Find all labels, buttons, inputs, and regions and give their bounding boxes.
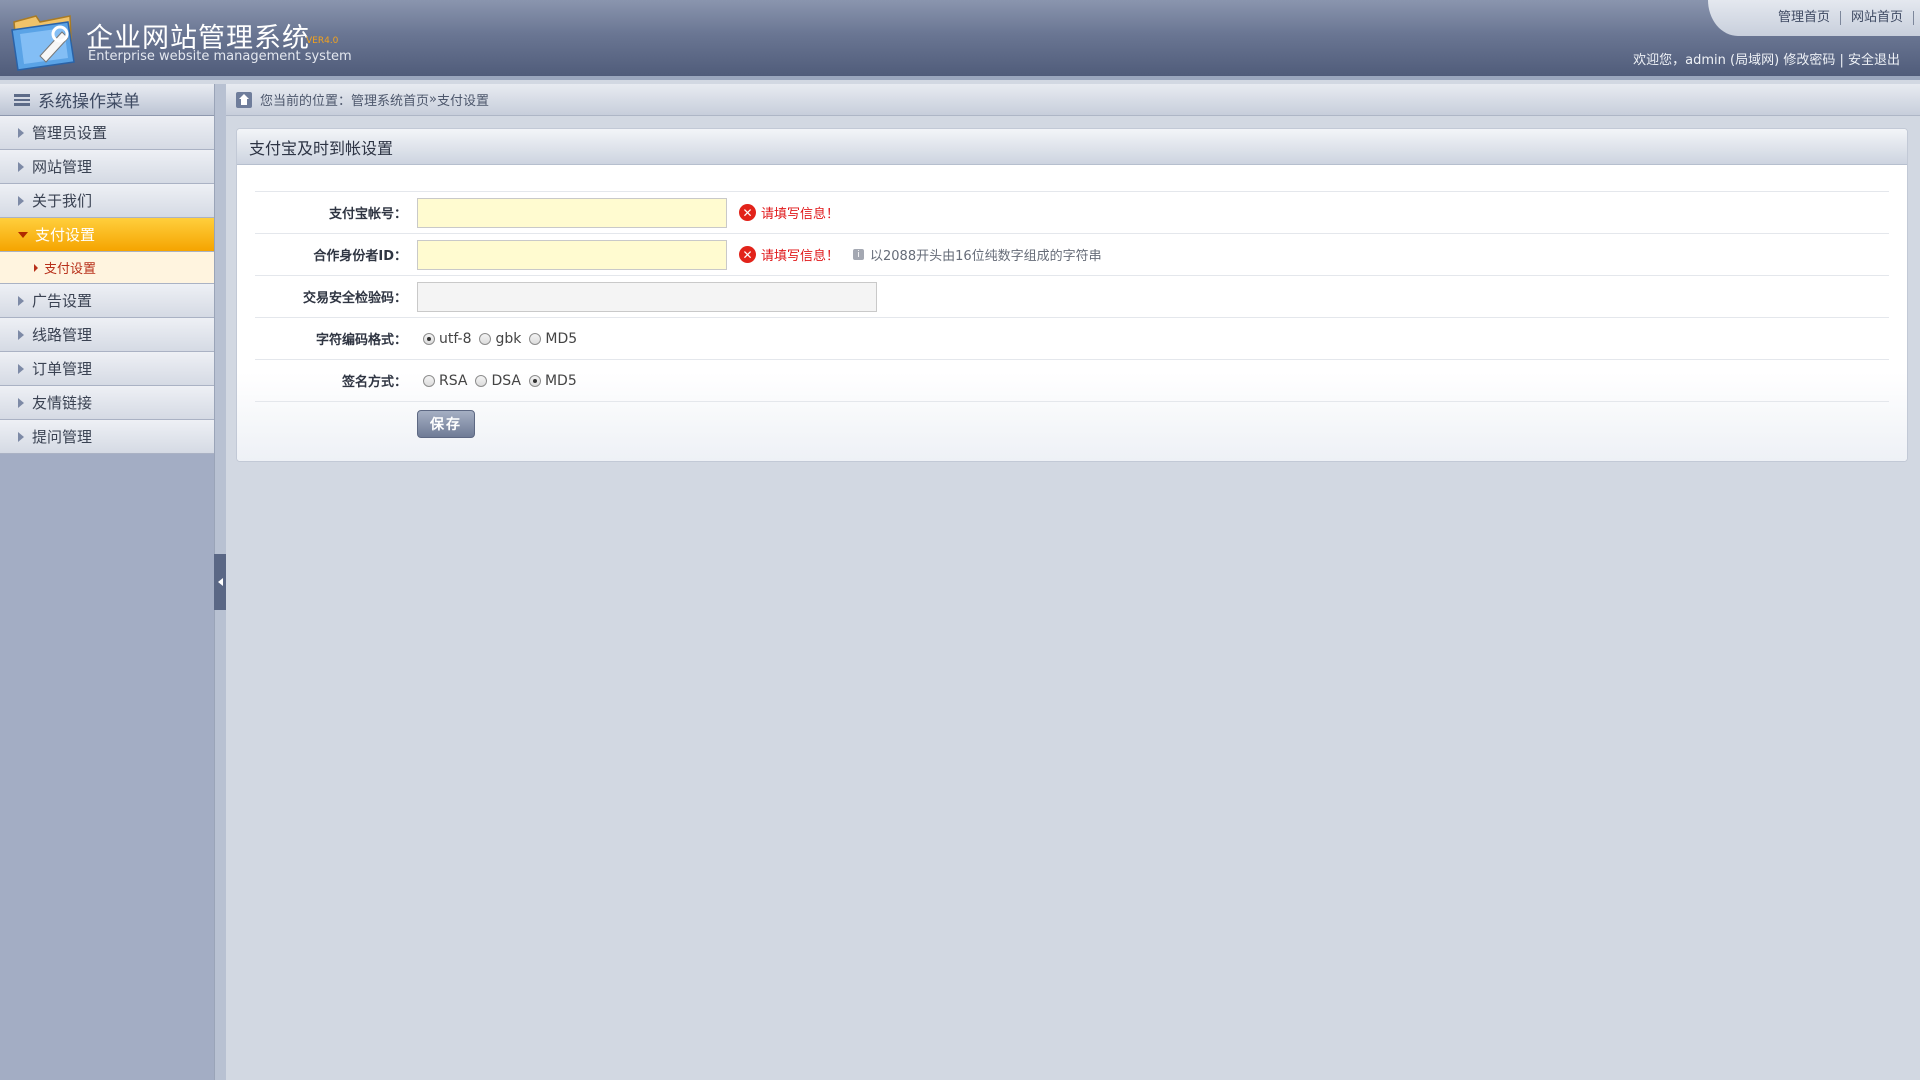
sign-radio-md5[interactable] (528, 374, 541, 387)
sidebar-item-payment-settings[interactable]: 支付设置 (0, 218, 214, 252)
charset-radio-group: utf-8 gbk MD5 (417, 331, 579, 347)
error-x-icon: ✕ (739, 246, 756, 263)
sidebar-item-label: 广告设置 (32, 292, 93, 310)
sidebar-subitem-payment-settings[interactable]: 支付设置 (0, 252, 214, 284)
partner-error-text: 请填写信息！ (761, 249, 840, 264)
sidebar-item-label: 线路管理 (32, 326, 93, 344)
info-icon: i (853, 249, 865, 260)
triangle-right-icon (18, 397, 24, 408)
charset-radio-utf8[interactable] (423, 332, 435, 345)
sidebar-title: 系统操作菜单 (38, 92, 140, 112)
sign-option-label[interactable]: MD5 (545, 373, 577, 389)
sidebar-item-route-management[interactable]: 线路管理 (0, 318, 214, 352)
sign-option-label[interactable]: RSA (439, 373, 467, 389)
sidebar-item-label: 友情链接 (32, 394, 93, 412)
partner-hint-text: 以2088开头由16位纯数字组成的字符串 (870, 249, 1102, 264)
breadcrumb-prefix: 您当前的位置： (260, 94, 352, 109)
charset-radio-md5[interactable] (529, 332, 542, 345)
menu-list-icon (14, 93, 30, 106)
error-x-icon: ✕ (739, 204, 756, 221)
settings-form: 支付宝帐号： ✕ 请填写信息！ 合作身份者ID： ✕ 请填写信息！ i 以208… (237, 165, 1907, 461)
triangle-right-icon (18, 161, 24, 172)
arrow-left-icon (217, 578, 223, 586)
sidebar-item-about-us[interactable]: 关于我们 (0, 184, 214, 218)
sidebar-collapse-button[interactable] (214, 554, 226, 610)
folder-logo-icon (11, 15, 75, 71)
sidebar-item-admin-settings[interactable]: 管理员设置 (0, 116, 214, 150)
triangle-down-icon (18, 231, 28, 238)
sidebar-item-ad-settings[interactable]: 广告设置 (0, 284, 214, 318)
partner-id-input[interactable] (417, 239, 727, 270)
app-version: VER4.0 (306, 36, 339, 46)
form-row-charset: 字符编码格式： utf-8 gbk MD5 (255, 317, 1889, 359)
home-icon (236, 91, 252, 108)
triangle-right-icon (18, 363, 24, 374)
account-error: ✕ 请填写信息！ (739, 203, 839, 222)
triangle-right-icon (18, 295, 24, 306)
account-label: 支付宝帐号： (328, 207, 407, 222)
sidebar-item-site-management[interactable]: 网站管理 (0, 150, 214, 184)
sidebar-subitem-label: 支付设置 (44, 262, 97, 277)
sidebar-item-order-management[interactable]: 订单管理 (0, 352, 214, 386)
breadcrumb-separator: » (429, 92, 437, 107)
triangle-small-right-icon (34, 263, 38, 272)
change-password-link[interactable]: 修改密码 (1783, 53, 1835, 68)
charset-option-label[interactable]: gbk (495, 331, 521, 347)
form-row-partner: 合作身份者ID： ✕ 请填写信息！ i 以2088开头由16位纯数字组成的字符串 (255, 233, 1889, 275)
account-error-text: 请填写信息！ (761, 207, 840, 222)
sidebar-item-label: 订单管理 (32, 360, 93, 378)
charset-option-label[interactable]: MD5 (545, 331, 577, 347)
partner-error: ✕ 请填写信息！ (739, 245, 839, 264)
security-key-input[interactable] (417, 281, 877, 312)
triangle-right-icon (18, 329, 24, 340)
top-header: 企业网站管理系统 VER4.0 Enterprise website manag… (0, 0, 1920, 80)
sign-type-radio-group: RSA DSA MD5 (417, 373, 579, 389)
form-row-security-key: 交易安全检验码： (255, 275, 1889, 317)
top-links: 管理首页 网站首页 (1708, 0, 1920, 36)
save-button[interactable]: 保存 (417, 409, 475, 438)
settings-panel: 支付宝及时到帐设置 支付宝帐号： ✕ 请填写信息！ 合作身份者ID： ✕ 请填写… (236, 128, 1908, 462)
sidebar-item-question-management[interactable]: 提问管理 (0, 420, 214, 454)
sidebar-item-label: 关于我们 (32, 192, 93, 210)
sign-type-label: 签名方式： (341, 375, 407, 390)
site-home-link[interactable]: 网站首页 (1841, 11, 1914, 25)
breadcrumb-home-link[interactable]: 管理系统首页 (351, 90, 429, 109)
sidebar-item-label: 网站管理 (32, 158, 93, 176)
app-subtitle: Enterprise website management system (88, 49, 352, 64)
security-key-label: 交易安全检验码： (302, 291, 407, 306)
sidebar: 系统操作菜单 管理员设置 网站管理 关于我们 支付设置 支付设置 广告设置 线路… (0, 84, 214, 1080)
partner-label: 合作身份者ID： (313, 249, 407, 264)
form-row-account: 支付宝帐号： ✕ 请填写信息！ (255, 191, 1889, 233)
breadcrumb: 您当前的位置： 管理系统首页 » 支付设置 (226, 84, 1920, 116)
triangle-right-icon (18, 127, 24, 138)
sign-radio-rsa[interactable] (423, 374, 435, 387)
sign-radio-dsa[interactable] (475, 374, 488, 387)
welcome-bar: 欢迎您，admin (局域网) 修改密码 | 安全退出 (1633, 49, 1900, 68)
sidebar-item-label: 提问管理 (32, 428, 93, 446)
welcome-text: 欢迎您，admin (局域网) (1633, 53, 1780, 68)
partner-hint: i 以2088开头由16位纯数字组成的字符串 (853, 245, 1102, 264)
form-row-sign-type: 签名方式： RSA DSA MD5 (255, 359, 1889, 401)
sign-option-label[interactable]: DSA (491, 373, 521, 389)
sidebar-item-label: 管理员设置 (32, 124, 108, 142)
sidebar-item-label: 支付设置 (35, 226, 96, 244)
charset-option-label[interactable]: utf-8 (439, 331, 471, 347)
charset-label: 字符编码格式： (315, 333, 407, 348)
admin-home-link[interactable]: 管理首页 (1768, 11, 1841, 25)
sidebar-item-friend-links[interactable]: 友情链接 (0, 386, 214, 420)
alipay-account-input[interactable] (417, 197, 727, 228)
panel-title: 支付宝及时到帐设置 (237, 129, 1907, 165)
charset-radio-gbk[interactable] (479, 332, 492, 345)
triangle-right-icon (18, 195, 24, 206)
triangle-right-icon (18, 431, 24, 442)
logout-link[interactable]: 安全退出 (1848, 53, 1900, 68)
sidebar-header: 系统操作菜单 (0, 84, 214, 116)
welcome-separator: | (1835, 53, 1848, 68)
breadcrumb-current: 支付设置 (437, 94, 490, 109)
form-actions: 保存 (255, 401, 1889, 445)
